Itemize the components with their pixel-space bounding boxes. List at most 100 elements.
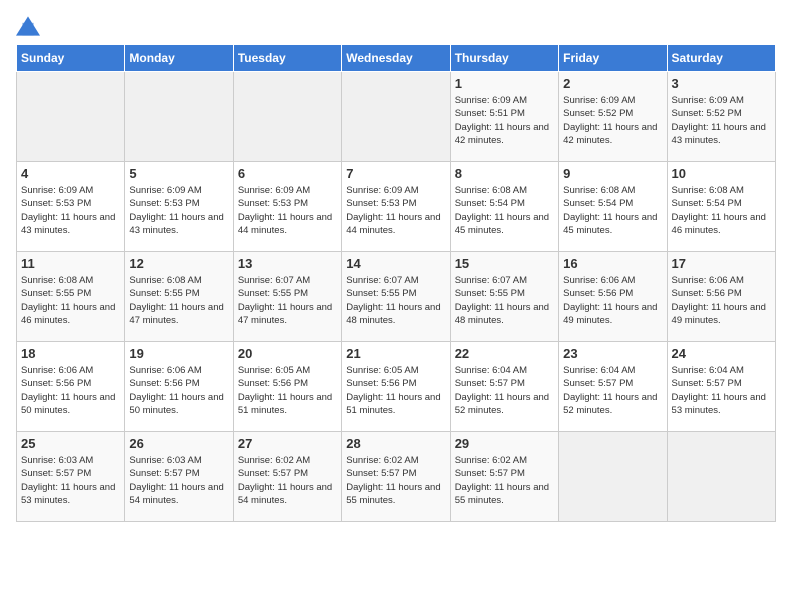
day-number: 6 [238, 166, 337, 181]
day-info: Sunrise: 6:02 AM Sunset: 5:57 PM Dayligh… [455, 454, 554, 507]
day-info: Sunrise: 6:08 AM Sunset: 5:54 PM Dayligh… [672, 184, 771, 237]
day-info: Sunrise: 6:08 AM Sunset: 5:54 PM Dayligh… [563, 184, 662, 237]
day-info: Sunrise: 6:09 AM Sunset: 5:53 PM Dayligh… [238, 184, 337, 237]
day-cell: 10 Sunrise: 6:08 AM Sunset: 5:54 PM Dayl… [667, 162, 775, 252]
day-cell [342, 72, 450, 162]
day-info: Sunrise: 6:02 AM Sunset: 5:57 PM Dayligh… [238, 454, 337, 507]
day-number: 17 [672, 256, 771, 271]
day-number: 18 [21, 346, 120, 361]
page-header [16, 16, 776, 36]
day-cell: 6 Sunrise: 6:09 AM Sunset: 5:53 PM Dayli… [233, 162, 341, 252]
day-info: Sunrise: 6:09 AM Sunset: 5:53 PM Dayligh… [346, 184, 445, 237]
day-cell: 11 Sunrise: 6:08 AM Sunset: 5:55 PM Dayl… [17, 252, 125, 342]
logo-icon [16, 16, 40, 36]
day-info: Sunrise: 6:09 AM Sunset: 5:51 PM Dayligh… [455, 94, 554, 147]
day-cell: 13 Sunrise: 6:07 AM Sunset: 5:55 PM Dayl… [233, 252, 341, 342]
day-info: Sunrise: 6:08 AM Sunset: 5:55 PM Dayligh… [21, 274, 120, 327]
day-cell: 16 Sunrise: 6:06 AM Sunset: 5:56 PM Dayl… [559, 252, 667, 342]
logo [16, 16, 44, 36]
day-cell [125, 72, 233, 162]
day-cell: 8 Sunrise: 6:08 AM Sunset: 5:54 PM Dayli… [450, 162, 558, 252]
day-info: Sunrise: 6:03 AM Sunset: 5:57 PM Dayligh… [21, 454, 120, 507]
day-cell [559, 432, 667, 522]
day-cell: 2 Sunrise: 6:09 AM Sunset: 5:52 PM Dayli… [559, 72, 667, 162]
day-number: 2 [563, 76, 662, 91]
calendar-header-row: SundayMondayTuesdayWednesdayThursdayFrid… [17, 45, 776, 72]
day-info: Sunrise: 6:08 AM Sunset: 5:54 PM Dayligh… [455, 184, 554, 237]
day-number: 3 [672, 76, 771, 91]
day-cell: 7 Sunrise: 6:09 AM Sunset: 5:53 PM Dayli… [342, 162, 450, 252]
day-info: Sunrise: 6:09 AM Sunset: 5:52 PM Dayligh… [672, 94, 771, 147]
col-header-sunday: Sunday [17, 45, 125, 72]
day-number: 10 [672, 166, 771, 181]
day-cell: 17 Sunrise: 6:06 AM Sunset: 5:56 PM Dayl… [667, 252, 775, 342]
day-cell: 5 Sunrise: 6:09 AM Sunset: 5:53 PM Dayli… [125, 162, 233, 252]
day-info: Sunrise: 6:07 AM Sunset: 5:55 PM Dayligh… [238, 274, 337, 327]
day-cell: 25 Sunrise: 6:03 AM Sunset: 5:57 PM Dayl… [17, 432, 125, 522]
day-info: Sunrise: 6:09 AM Sunset: 5:53 PM Dayligh… [21, 184, 120, 237]
day-cell [667, 432, 775, 522]
day-number: 20 [238, 346, 337, 361]
day-info: Sunrise: 6:04 AM Sunset: 5:57 PM Dayligh… [563, 364, 662, 417]
col-header-thursday: Thursday [450, 45, 558, 72]
day-number: 16 [563, 256, 662, 271]
day-cell: 4 Sunrise: 6:09 AM Sunset: 5:53 PM Dayli… [17, 162, 125, 252]
day-cell: 19 Sunrise: 6:06 AM Sunset: 5:56 PM Dayl… [125, 342, 233, 432]
day-info: Sunrise: 6:09 AM Sunset: 5:53 PM Dayligh… [129, 184, 228, 237]
day-cell: 9 Sunrise: 6:08 AM Sunset: 5:54 PM Dayli… [559, 162, 667, 252]
day-info: Sunrise: 6:06 AM Sunset: 5:56 PM Dayligh… [563, 274, 662, 327]
day-number: 4 [21, 166, 120, 181]
col-header-wednesday: Wednesday [342, 45, 450, 72]
day-number: 9 [563, 166, 662, 181]
day-number: 21 [346, 346, 445, 361]
day-info: Sunrise: 6:06 AM Sunset: 5:56 PM Dayligh… [129, 364, 228, 417]
day-info: Sunrise: 6:09 AM Sunset: 5:52 PM Dayligh… [563, 94, 662, 147]
day-number: 8 [455, 166, 554, 181]
day-number: 13 [238, 256, 337, 271]
day-cell: 3 Sunrise: 6:09 AM Sunset: 5:52 PM Dayli… [667, 72, 775, 162]
col-header-monday: Monday [125, 45, 233, 72]
week-row-5: 25 Sunrise: 6:03 AM Sunset: 5:57 PM Dayl… [17, 432, 776, 522]
day-number: 11 [21, 256, 120, 271]
day-number: 26 [129, 436, 228, 451]
day-number: 5 [129, 166, 228, 181]
day-number: 12 [129, 256, 228, 271]
day-info: Sunrise: 6:06 AM Sunset: 5:56 PM Dayligh… [21, 364, 120, 417]
day-number: 28 [346, 436, 445, 451]
day-number: 27 [238, 436, 337, 451]
day-number: 1 [455, 76, 554, 91]
day-number: 14 [346, 256, 445, 271]
day-info: Sunrise: 6:04 AM Sunset: 5:57 PM Dayligh… [672, 364, 771, 417]
day-info: Sunrise: 6:08 AM Sunset: 5:55 PM Dayligh… [129, 274, 228, 327]
col-header-friday: Friday [559, 45, 667, 72]
day-number: 7 [346, 166, 445, 181]
day-number: 19 [129, 346, 228, 361]
day-number: 22 [455, 346, 554, 361]
day-cell: 22 Sunrise: 6:04 AM Sunset: 5:57 PM Dayl… [450, 342, 558, 432]
day-info: Sunrise: 6:07 AM Sunset: 5:55 PM Dayligh… [346, 274, 445, 327]
day-cell: 20 Sunrise: 6:05 AM Sunset: 5:56 PM Dayl… [233, 342, 341, 432]
day-info: Sunrise: 6:02 AM Sunset: 5:57 PM Dayligh… [346, 454, 445, 507]
day-cell: 18 Sunrise: 6:06 AM Sunset: 5:56 PM Dayl… [17, 342, 125, 432]
week-row-1: 1 Sunrise: 6:09 AM Sunset: 5:51 PM Dayli… [17, 72, 776, 162]
day-cell: 21 Sunrise: 6:05 AM Sunset: 5:56 PM Dayl… [342, 342, 450, 432]
day-cell: 1 Sunrise: 6:09 AM Sunset: 5:51 PM Dayli… [450, 72, 558, 162]
day-cell: 12 Sunrise: 6:08 AM Sunset: 5:55 PM Dayl… [125, 252, 233, 342]
day-cell: 27 Sunrise: 6:02 AM Sunset: 5:57 PM Dayl… [233, 432, 341, 522]
day-number: 29 [455, 436, 554, 451]
day-info: Sunrise: 6:04 AM Sunset: 5:57 PM Dayligh… [455, 364, 554, 417]
day-cell [233, 72, 341, 162]
week-row-2: 4 Sunrise: 6:09 AM Sunset: 5:53 PM Dayli… [17, 162, 776, 252]
col-header-tuesday: Tuesday [233, 45, 341, 72]
day-info: Sunrise: 6:05 AM Sunset: 5:56 PM Dayligh… [346, 364, 445, 417]
day-cell: 28 Sunrise: 6:02 AM Sunset: 5:57 PM Dayl… [342, 432, 450, 522]
day-cell: 26 Sunrise: 6:03 AM Sunset: 5:57 PM Dayl… [125, 432, 233, 522]
day-number: 25 [21, 436, 120, 451]
day-cell: 29 Sunrise: 6:02 AM Sunset: 5:57 PM Dayl… [450, 432, 558, 522]
day-cell: 14 Sunrise: 6:07 AM Sunset: 5:55 PM Dayl… [342, 252, 450, 342]
day-cell: 23 Sunrise: 6:04 AM Sunset: 5:57 PM Dayl… [559, 342, 667, 432]
day-info: Sunrise: 6:06 AM Sunset: 5:56 PM Dayligh… [672, 274, 771, 327]
col-header-saturday: Saturday [667, 45, 775, 72]
day-cell: 15 Sunrise: 6:07 AM Sunset: 5:55 PM Dayl… [450, 252, 558, 342]
week-row-4: 18 Sunrise: 6:06 AM Sunset: 5:56 PM Dayl… [17, 342, 776, 432]
